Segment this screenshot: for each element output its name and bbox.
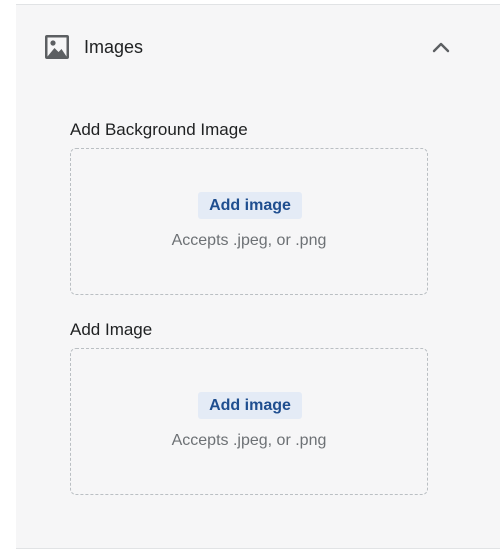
accepts-hint: Accepts .jpeg, or .png xyxy=(171,232,327,249)
section-title: Images xyxy=(84,37,144,57)
accepts-hint: Accepts .jpeg, or .png xyxy=(171,432,327,449)
collapse-button[interactable] xyxy=(426,34,456,60)
chevron-up-icon xyxy=(432,42,450,53)
image-dropzone[interactable]: Add image Accepts .jpeg, or .png xyxy=(70,348,428,495)
add-background-image-button[interactable]: Add image xyxy=(198,192,302,219)
background-image-label: Add Background Image xyxy=(70,120,248,139)
background-image-dropzone[interactable]: Add image Accepts .jpeg, or .png xyxy=(70,148,428,295)
images-section-header[interactable]: Images xyxy=(16,5,500,89)
image-label: Add Image xyxy=(70,320,153,339)
add-image-button[interactable]: Add image xyxy=(198,392,302,419)
images-panel: Images Add Background Image Add image Ac… xyxy=(16,4,500,549)
image-icon xyxy=(44,34,70,60)
